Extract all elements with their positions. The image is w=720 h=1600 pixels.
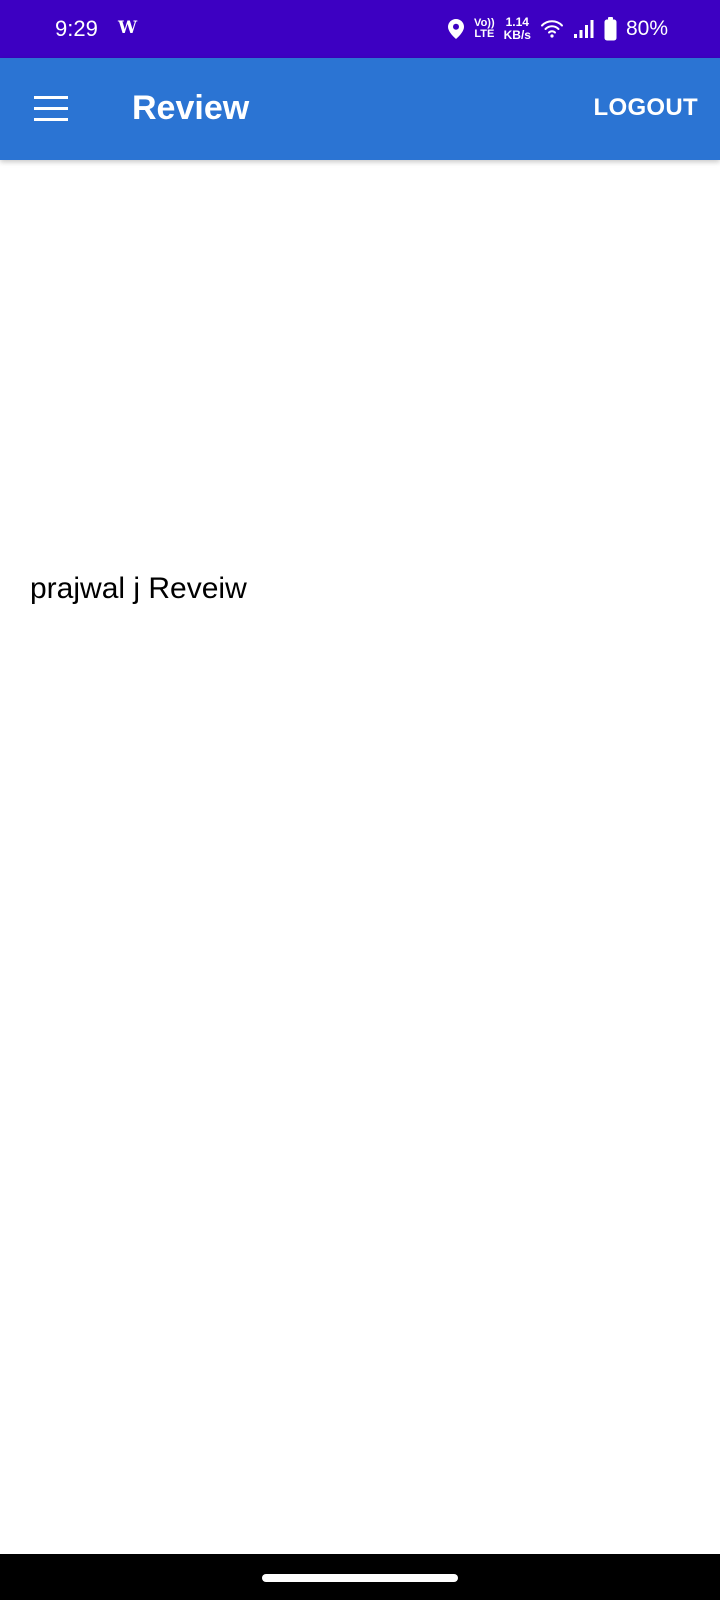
page-title: Review: [132, 89, 250, 127]
review-text: prajwal j Reveiw: [30, 572, 247, 605]
menu-icon[interactable]: [34, 96, 68, 122]
wifi-icon: [540, 19, 564, 39]
status-time: 9:29: [55, 16, 98, 41]
signal-icon: [573, 19, 595, 39]
status-bar: 9:29 W Vo)) LTE 1.14 KB/s 80%: [0, 0, 720, 58]
location-icon: [447, 18, 465, 40]
home-gesture-handle[interactable]: [262, 1574, 458, 1582]
app-bar: Review LOGOUT: [0, 58, 720, 160]
network-speed: 1.14 KB/s: [504, 16, 531, 42]
speed-unit: KB/s: [503, 28, 531, 42]
volte-indicator: Vo)) LTE: [474, 18, 495, 40]
lte-label: LTE: [474, 28, 495, 40]
navigation-bar: [0, 1554, 720, 1600]
battery-icon: [604, 17, 617, 41]
status-icons: Vo)) LTE 1.14 KB/s 80%: [447, 12, 668, 46]
notification-app-icon: W: [118, 18, 138, 38]
logout-button[interactable]: LOGOUT: [594, 94, 698, 122]
battery-percent: 80%: [625, 17, 668, 40]
